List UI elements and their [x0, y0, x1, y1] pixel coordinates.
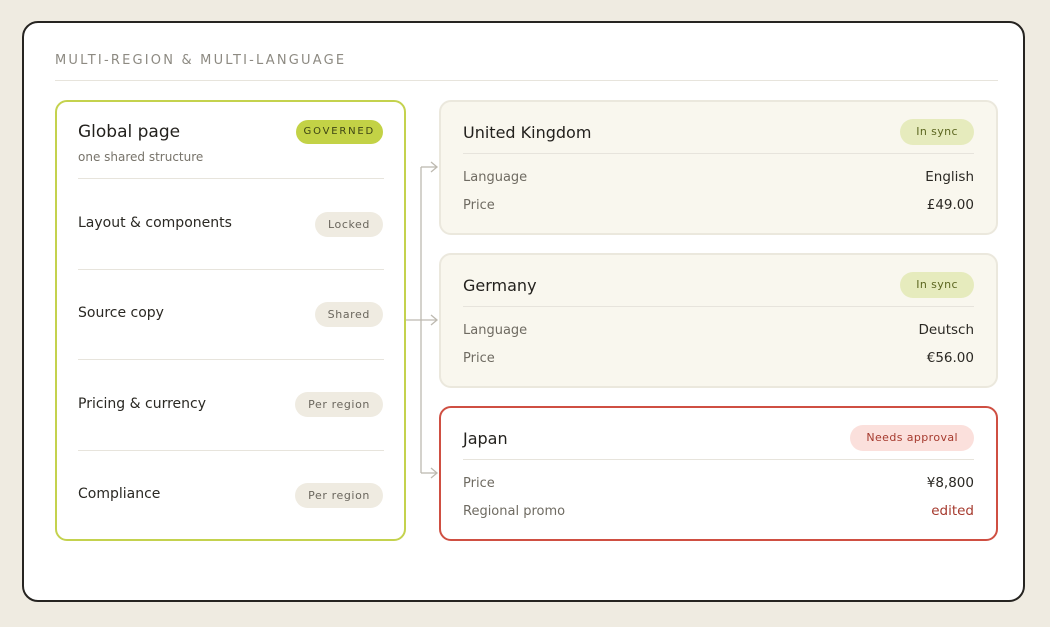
price-label: Price — [463, 476, 495, 491]
status-badge: In sync — [900, 119, 974, 145]
region-name: Japan — [463, 429, 508, 448]
region-card-united-kingdom[interactable]: United Kingdom In sync Language English … — [439, 100, 998, 235]
divider — [463, 306, 974, 307]
divider — [463, 153, 974, 154]
price-value: £49.00 — [926, 197, 974, 213]
price-label: Price — [463, 351, 495, 366]
region-name: Germany — [463, 276, 537, 295]
language-label: Language — [463, 170, 528, 185]
price-value: ¥8,800 — [926, 475, 974, 491]
divider — [463, 459, 974, 460]
price-label: Price — [463, 198, 495, 213]
main-panel: MULTI-REGION & MULTI-LANGUAGE Global pag… — [22, 21, 1025, 602]
language-value: English — [925, 169, 974, 185]
region-name: United Kingdom — [463, 123, 592, 142]
price-value: €56.00 — [926, 350, 974, 366]
language-value: Deutsch — [918, 322, 974, 338]
status-badge: Needs approval — [850, 425, 974, 451]
region-card-japan[interactable]: Japan Needs approval Price ¥8,800 Region… — [439, 406, 998, 541]
language-label: Language — [463, 323, 528, 338]
region-card-germany[interactable]: Germany In sync Language Deutsch Price €… — [439, 253, 998, 388]
status-badge: In sync — [900, 272, 974, 298]
regional-promo-label: Regional promo — [463, 504, 566, 519]
regional-promo-value: edited — [931, 503, 974, 519]
